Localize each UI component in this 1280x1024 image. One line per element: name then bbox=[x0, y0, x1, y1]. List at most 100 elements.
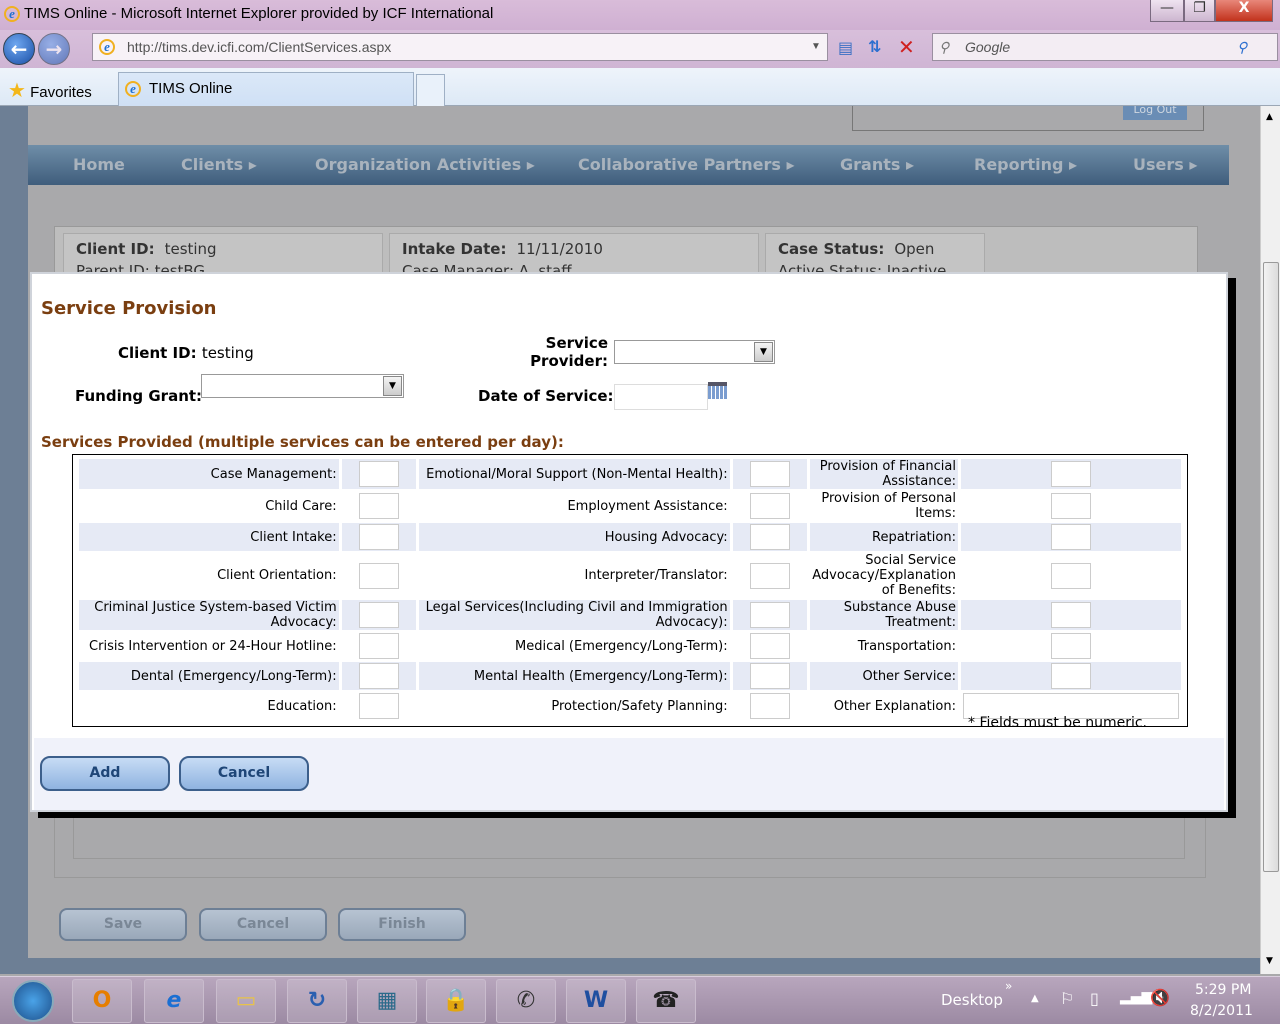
service-count-input[interactable] bbox=[358, 693, 399, 719]
ie-icon: e bbox=[4, 6, 20, 22]
stop-icon[interactable]: ✕ bbox=[898, 35, 915, 59]
service-count-input[interactable] bbox=[749, 524, 790, 550]
scroll-up-icon[interactable]: ▲ bbox=[1266, 112, 1273, 122]
chevron-down-icon[interactable]: ▼ bbox=[754, 342, 773, 362]
nav-grants[interactable]: Grants ▸ bbox=[840, 145, 914, 185]
phone-taskbar-button[interactable]: ✆ bbox=[496, 979, 556, 1023]
service-count-input[interactable] bbox=[749, 461, 790, 487]
lower-panel bbox=[54, 806, 1206, 878]
service-count-input[interactable] bbox=[358, 633, 399, 659]
service-count-input[interactable] bbox=[1050, 663, 1091, 689]
service-label: Emotional/Moral Support (Non-Mental Heal… bbox=[419, 459, 730, 489]
favorites-button[interactable]: ★ Favorites bbox=[8, 78, 92, 103]
cancel-button[interactable]: Cancel bbox=[179, 756, 309, 791]
desktop-toolbar[interactable]: Desktop bbox=[941, 991, 1003, 1009]
service-count-input[interactable] bbox=[1050, 562, 1091, 589]
chevron-down-icon[interactable]: ▼ bbox=[383, 376, 402, 396]
service-count-input[interactable] bbox=[358, 493, 399, 519]
service-count-cell bbox=[961, 632, 1181, 660]
date-of-service-input[interactable] bbox=[614, 384, 708, 410]
service-count-input[interactable] bbox=[749, 633, 790, 659]
intake-value: 11/11/2010 bbox=[516, 240, 603, 258]
service-count-input[interactable] bbox=[749, 493, 790, 519]
logout-button[interactable]: Log Out bbox=[1123, 106, 1187, 120]
volume-muted-icon[interactable]: 🔇 bbox=[1150, 988, 1170, 1007]
service-count-cell bbox=[733, 491, 808, 521]
nav-clients[interactable]: Clients ▸ bbox=[181, 145, 257, 185]
service-label: Client Orientation: bbox=[217, 568, 337, 583]
dropdown-arrow-icon[interactable]: ▼ bbox=[811, 34, 821, 60]
services-row: Case Management: Emotional/Moral Support … bbox=[79, 459, 1181, 489]
modal-client-id: Client ID: testing bbox=[118, 344, 254, 362]
service-count-input[interactable] bbox=[749, 562, 790, 589]
calendar-icon[interactable] bbox=[708, 382, 727, 399]
app-taskbar-button-2[interactable]: ▦ bbox=[357, 979, 417, 1023]
service-count-input[interactable] bbox=[358, 524, 399, 550]
star-icon: ★ bbox=[8, 80, 26, 102]
flag-icon[interactable]: ⚐ bbox=[1060, 989, 1074, 1008]
service-count-input[interactable] bbox=[1050, 602, 1091, 628]
service-count-input[interactable] bbox=[358, 663, 399, 689]
nav-users[interactable]: Users ▸ bbox=[1133, 145, 1197, 185]
nav-collaborative-partners[interactable]: Collaborative Partners ▸ bbox=[578, 145, 795, 185]
scroll-thumb[interactable] bbox=[1263, 262, 1279, 872]
search-icon[interactable]: ⚲ bbox=[1237, 34, 1247, 60]
app-taskbar-button[interactable]: ↻ bbox=[287, 979, 347, 1023]
compatibility-icon[interactable]: ▤ bbox=[838, 38, 853, 57]
back-button[interactable]: ← bbox=[3, 33, 35, 65]
service-count-input[interactable] bbox=[358, 602, 399, 628]
battery-icon[interactable]: ▯ bbox=[1090, 989, 1099, 1008]
window-title: TIMS Online - Microsoft Internet Explore… bbox=[24, 5, 494, 22]
service-count-cell bbox=[732, 523, 808, 551]
service-count-input[interactable] bbox=[1050, 461, 1091, 487]
nav-organization-activities[interactable]: Organization Activities ▸ bbox=[315, 145, 535, 185]
network-icon[interactable]: ▂▄▆ bbox=[1120, 989, 1152, 1005]
word-taskbar-button[interactable]: W bbox=[566, 979, 626, 1023]
tab-tims-online[interactable]: e TIMS Online bbox=[118, 72, 414, 106]
save-button[interactable]: Save bbox=[59, 908, 187, 941]
nav-home[interactable]: Home bbox=[73, 145, 125, 185]
ie-taskbar-button[interactable]: e bbox=[144, 979, 204, 1023]
page-cancel-button[interactable]: Cancel bbox=[199, 908, 327, 941]
scroll-down-icon[interactable]: ▼ bbox=[1266, 956, 1273, 966]
funding-grant-select[interactable]: ▼ bbox=[201, 374, 404, 398]
service-count-cell bbox=[733, 632, 808, 660]
show-hidden-icons[interactable]: ▲ bbox=[1031, 993, 1039, 1004]
security-taskbar-button[interactable]: 🔒 bbox=[426, 979, 486, 1023]
nav-reporting[interactable]: Reporting ▸ bbox=[974, 145, 1077, 185]
service-count-input[interactable] bbox=[749, 693, 790, 719]
left-border bbox=[0, 106, 28, 974]
minimize-button[interactable]: — bbox=[1150, 0, 1184, 22]
app-taskbar-button-3[interactable]: ☎ bbox=[636, 979, 696, 1023]
vertical-scrollbar[interactable]: ▲ ▼ bbox=[1260, 106, 1280, 974]
service-count-input[interactable] bbox=[749, 602, 790, 628]
service-label: Substance Abuse Treatment: bbox=[810, 600, 958, 630]
new-tab-button[interactable] bbox=[416, 74, 445, 106]
service-count-cell bbox=[733, 692, 808, 720]
service-count-input[interactable] bbox=[1050, 633, 1091, 659]
outlook-taskbar-button[interactable]: O bbox=[72, 979, 132, 1023]
refresh-icon[interactable]: ⇅ bbox=[868, 37, 881, 56]
service-count-input[interactable] bbox=[358, 562, 399, 589]
service-count-input[interactable] bbox=[358, 461, 399, 487]
chevron-icon[interactable]: » bbox=[1005, 979, 1012, 993]
address-bar[interactable]: e http://tims.dev.icfi.com/ClientService… bbox=[92, 33, 828, 61]
service-provider-select[interactable]: ▼ bbox=[614, 340, 775, 364]
finish-button[interactable]: Finish bbox=[338, 908, 466, 941]
service-count-input[interactable] bbox=[749, 663, 790, 689]
close-button[interactable]: X bbox=[1215, 0, 1273, 22]
clock-time[interactable]: 5:29 PM bbox=[1195, 982, 1251, 998]
service-label: Criminal Justice System-based Victim Adv… bbox=[79, 600, 339, 630]
add-button[interactable]: Add bbox=[40, 756, 170, 791]
service-label: Education: bbox=[267, 698, 337, 714]
restore-button[interactable]: ❐ bbox=[1184, 0, 1215, 22]
service-count-input[interactable] bbox=[1050, 493, 1091, 519]
taskbar: O e ▭ ↻ ▦ 🔒 ✆ W ☎ Desktop » ▲ ⚐ ▯ ▂▄▆ 🔇 … bbox=[0, 976, 1280, 1024]
explorer-taskbar-button[interactable]: ▭ bbox=[216, 979, 276, 1023]
forward-button[interactable]: → bbox=[38, 33, 70, 65]
service-count-input[interactable] bbox=[1050, 524, 1091, 550]
start-button[interactable] bbox=[12, 980, 54, 1022]
clock-date[interactable]: 8/2/2011 bbox=[1190, 1003, 1253, 1019]
services-row: Crisis Intervention or 24-Hour Hotline: M… bbox=[79, 632, 1181, 660]
search-input[interactable]: ⚲ Google ⚲ bbox=[932, 33, 1278, 61]
